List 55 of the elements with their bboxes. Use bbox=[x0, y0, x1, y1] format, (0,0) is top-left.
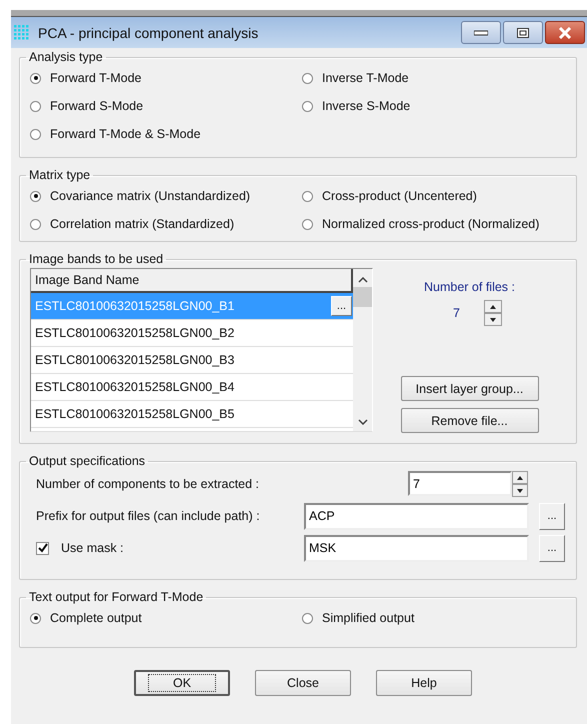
files-label: Number of files : bbox=[424, 280, 515, 294]
radio-option[interactable]: Forward S-Mode bbox=[30, 92, 302, 120]
dialog-button[interactable]: OK bbox=[134, 670, 230, 696]
group-title: Output specifications bbox=[28, 454, 146, 468]
group-title: Analysis type bbox=[28, 50, 104, 64]
number-field[interactable]: 7 bbox=[408, 471, 512, 496]
radio-option[interactable]: Correlation matrix (Standardized) bbox=[30, 210, 302, 238]
list-row[interactable]: ESTLC80100632015258LGN00_B4 bbox=[31, 374, 353, 401]
radio-option[interactable]: Normalized cross-product (Normalized) bbox=[302, 210, 566, 238]
check-icon bbox=[38, 543, 48, 553]
up-arrow-icon bbox=[517, 476, 523, 480]
list-row[interactable]: ESTLC80100632015258LGN00_B1 ... bbox=[31, 293, 353, 320]
grid-icon bbox=[14, 24, 30, 40]
down-arrow-icon bbox=[517, 488, 523, 492]
up-arrow-icon bbox=[490, 304, 496, 308]
dialog-button[interactable]: Help bbox=[376, 670, 472, 696]
radio-option[interactable]: Inverse S-Mode bbox=[302, 92, 566, 120]
list-row[interactable]: ESTLC80100632015258LGN00_B2 bbox=[31, 320, 353, 347]
radio-option[interactable]: Forward T-Mode bbox=[30, 64, 302, 92]
scrollbar[interactable] bbox=[353, 269, 372, 431]
browse-button[interactable]: ... bbox=[539, 534, 565, 562]
dialog-button[interactable]: Close bbox=[255, 670, 351, 696]
maximize-button[interactable] bbox=[503, 21, 543, 44]
close-button[interactable] bbox=[545, 21, 585, 44]
scroll-thumb[interactable] bbox=[353, 287, 372, 307]
radio-option[interactable]: Inverse T-Mode bbox=[302, 64, 566, 92]
radio-option[interactable]: Forward T-Mode & S-Mode bbox=[30, 120, 302, 148]
field-label: Number of components to be extracted : bbox=[36, 477, 260, 491]
maximize-icon bbox=[517, 28, 529, 38]
action-button[interactable]: Insert layer group... bbox=[400, 376, 538, 401]
mask-checkbox[interactable]: Use mask : bbox=[36, 541, 296, 555]
field-label: Prefix for output files (can include path) : bbox=[36, 509, 261, 523]
prefix-field[interactable]: ACP bbox=[304, 502, 529, 530]
list-row[interactable]: ESTLC80100632015258LGN00_B5 bbox=[31, 401, 353, 428]
minimize-button[interactable] bbox=[461, 21, 501, 44]
spin-button[interactable] bbox=[512, 471, 528, 497]
list-row[interactable]: ESTLC80100632015258LGN00_B3 bbox=[31, 347, 353, 374]
radio-option[interactable]: Cross-product (Uncentered) bbox=[302, 182, 566, 210]
radio-option[interactable]: Complete output bbox=[30, 604, 302, 632]
group-title: Matrix type bbox=[28, 168, 92, 182]
browse-button[interactable]: ... bbox=[331, 296, 352, 316]
spin-button[interactable] bbox=[484, 300, 502, 326]
column-header[interactable]: Image Band Name bbox=[31, 269, 353, 293]
minimize-icon bbox=[474, 30, 488, 36]
files-count: 7 bbox=[453, 306, 460, 320]
browse-button[interactable]: ... bbox=[539, 502, 565, 530]
group-title: Image bands to be used bbox=[28, 252, 164, 266]
radio-option[interactable]: Covariance matrix (Unstandardized) bbox=[30, 182, 302, 210]
radio-option[interactable]: Simplified output bbox=[302, 604, 566, 632]
down-arrow-icon bbox=[490, 318, 496, 322]
action-button[interactable]: Remove file... bbox=[400, 408, 538, 433]
window-title: PCA - principal component analysis bbox=[38, 24, 260, 40]
mask-field[interactable]: MSK bbox=[304, 534, 529, 562]
group-title: Text output for Forward T-Mode bbox=[28, 590, 204, 604]
close-icon bbox=[558, 26, 572, 38]
